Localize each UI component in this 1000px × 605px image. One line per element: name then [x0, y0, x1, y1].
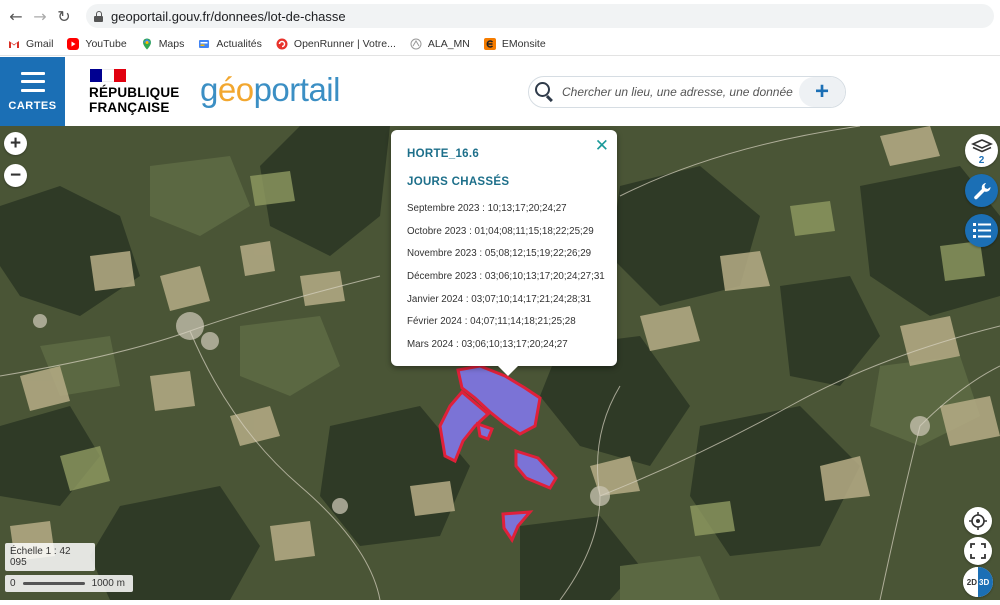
fullscreen-icon: [970, 543, 986, 559]
bookmark-label: ALA_MN: [427, 37, 470, 50]
bookmark-label: Maps: [158, 37, 185, 50]
site-header: CARTES RÉPUBLIQUE FRANÇAISE géoportail +: [0, 57, 1000, 126]
view-2d-3d-toggle[interactable]: 2D 3D: [963, 567, 993, 597]
cartes-label: CARTES: [8, 99, 57, 112]
back-arrow-icon[interactable]: ←: [4, 4, 28, 28]
bookmark-openrunner[interactable]: OpenRunner | Votre...: [276, 38, 396, 50]
logo-part: portail: [253, 71, 341, 108]
right-toolbar: 2: [965, 134, 998, 254]
bookmark-actualites[interactable]: Actualités: [198, 38, 262, 50]
logo-part: éo: [217, 71, 254, 108]
hunting-days-row: Janvier 2024 : 03;07;10;14;17;21;24;28;3…: [407, 293, 592, 305]
maps-icon: [141, 38, 153, 50]
layer-count-badge: 2: [978, 155, 985, 166]
gmail-icon: [8, 37, 20, 50]
browser-toolbar: ← → ↻ geoportail.gouv.fr/donnees/lot-de-…: [0, 0, 1000, 32]
francaise-text: FRANÇAISE: [89, 100, 170, 115]
hunting-days-row: Décembre 2023 : 03;06;10;13;17;20;24;27;…: [407, 271, 605, 283]
bookmark-emonsite[interactable]: EMonsite: [483, 37, 546, 50]
popup-tail: [498, 366, 518, 376]
marianne-flag-icon: [90, 69, 126, 82]
scale-end: 1000 m: [91, 578, 125, 589]
wrench-icon: [973, 182, 991, 199]
bookmark-maps[interactable]: Maps: [141, 37, 185, 50]
news-icon: [198, 38, 210, 50]
hunting-days-row: Septembre 2023 : 10;13;17;20;24;27: [407, 203, 567, 214]
legend-button[interactable]: [965, 214, 998, 247]
cartes-menu-button[interactable]: CARTES: [0, 57, 65, 126]
popup-title: HORTE_16.6: [407, 148, 480, 160]
zoom-in-button[interactable]: +: [4, 132, 27, 155]
bookmarks-bar: Gmail YouTube Maps Actualités OpenRunner…: [0, 32, 1000, 56]
fullscreen-button[interactable]: [964, 537, 992, 565]
republique-francaise-logo[interactable]: RÉPUBLIQUE FRANÇAISE: [89, 69, 180, 115]
hamburger-icon: [20, 71, 45, 92]
list-icon: [972, 222, 991, 238]
bookmark-gmail[interactable]: Gmail: [8, 37, 54, 50]
lock-icon: [94, 10, 103, 22]
scale-ratio: Échelle 1 : 42 095: [5, 543, 95, 571]
scale-start: 0: [10, 578, 16, 589]
bookmark-label: EMonsite: [501, 37, 546, 50]
popup-subtitle: JOURS CHASSÉS: [407, 176, 510, 188]
hunting-days-row: Mars 2024 : 03;06;10;13;17;20;24;27: [407, 339, 568, 351]
hunting-days-row: Février 2024 : 04;07;11;14;18;21;25;28: [407, 316, 576, 328]
map-view[interactable]: + − 2 2D 3D Échelle 1: 42 095 0 1000 m …: [0, 126, 1000, 600]
bookmark-label: Gmail: [26, 37, 54, 50]
scale-line: 0 1000 m: [5, 575, 133, 592]
openrunner-icon: [276, 38, 288, 50]
view-2d-label: 2D: [963, 567, 978, 597]
add-plus-button[interactable]: +: [799, 77, 845, 107]
ala-icon: [410, 38, 422, 50]
search-box: +: [528, 76, 846, 108]
hunting-days-row: Octobre 2023 : 01;04;08;11;15;18;22;25;2…: [407, 225, 594, 237]
reload-icon[interactable]: ↻: [52, 4, 76, 28]
hunting-days-row: Novembre 2023 : 05;08;12;15;19;22;26;29: [407, 248, 592, 260]
bookmark-label: OpenRunner | Votre...: [293, 37, 396, 50]
layers-button[interactable]: 2: [965, 134, 998, 167]
search-icon[interactable]: [535, 82, 555, 103]
youtube-icon: [67, 37, 80, 50]
geolocate-button[interactable]: [964, 507, 992, 535]
tools-button[interactable]: [965, 174, 998, 207]
url-text: geoportail.gouv.fr/donnees/lot-de-chasse: [111, 8, 346, 24]
emonsite-icon: [483, 37, 496, 50]
close-icon[interactable]: ✕: [595, 136, 609, 156]
forward-arrow-icon[interactable]: →: [28, 4, 52, 28]
scale-widget: Échelle 1 : 42 095 0 1000 m: [5, 543, 133, 592]
bookmark-youtube[interactable]: YouTube: [67, 37, 127, 50]
scale-bar: [22, 582, 85, 585]
bookmark-ala[interactable]: ALA_MN: [410, 38, 470, 50]
view-3d-label: 3D: [978, 567, 993, 597]
logo-part: g: [200, 71, 218, 108]
republique-text: RÉPUBLIQUE: [89, 85, 180, 100]
search-input[interactable]: [562, 85, 794, 99]
crosshair-icon: [969, 512, 987, 530]
zoom-out-button[interactable]: −: [4, 164, 27, 187]
address-bar[interactable]: geoportail.gouv.fr/donnees/lot-de-chasse: [86, 4, 994, 28]
bookmark-label: Actualités: [216, 37, 262, 50]
geoportail-logo[interactable]: géoportail: [200, 71, 340, 109]
bookmark-label: YouTube: [85, 37, 127, 50]
feature-popup: ✕ HORTE_16.6 JOURS CHASSÉS Septembre 202…: [391, 130, 617, 376]
